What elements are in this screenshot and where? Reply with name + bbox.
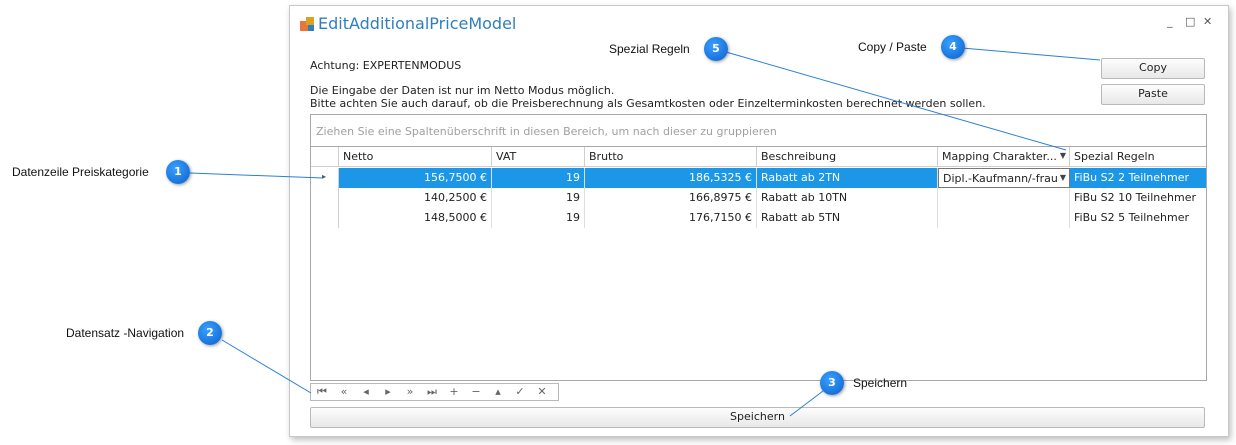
callout-line-1 [189, 172, 324, 179]
callout-label-3: Speichern [853, 376, 908, 390]
callout-label-5: Spezial Regeln [609, 42, 690, 56]
callout-label-4: Copy / Paste [858, 40, 927, 54]
callout-label-1: Datenzeile Preiskategorie [12, 165, 149, 179]
callout-line-5 [725, 51, 1067, 151]
callout-line-2 [221, 339, 312, 394]
callout-badge-4: 4 [941, 35, 965, 59]
callout-label-2: Datensatz -Navigation [66, 326, 185, 340]
callout-badge-2: 2 [198, 321, 222, 345]
callout-badge-5: 5 [704, 37, 728, 61]
callout-lines [189, 47, 1101, 417]
callout-line-3 [789, 390, 824, 417]
callout-badge-3: 3 [820, 371, 844, 395]
callout-line-4 [961, 47, 1101, 61]
callout-badge-1: 1 [166, 160, 190, 184]
